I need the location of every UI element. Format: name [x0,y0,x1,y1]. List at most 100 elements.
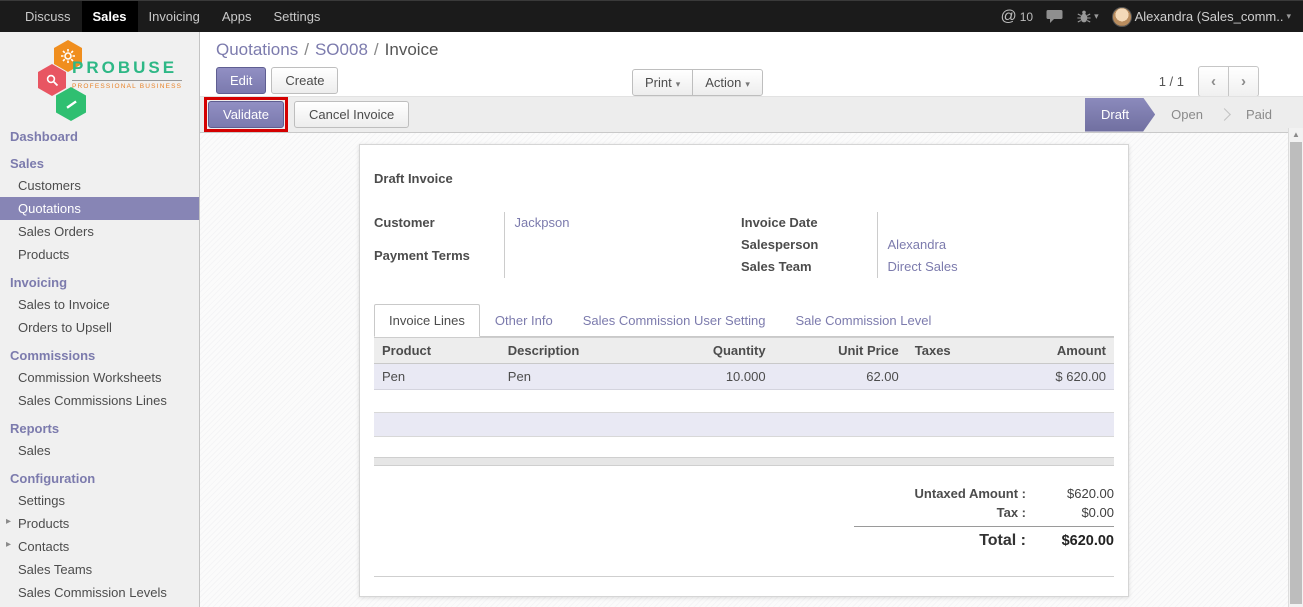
sidebar-item-sales-orders[interactable]: Sales Orders [0,220,199,243]
totals-value: $620.00 [1036,486,1114,501]
statusbar-states: DraftOpen Paid [1085,98,1288,132]
sidebar-item-products[interactable]: Products [0,243,199,266]
sidebar-item-label: Customers [18,178,81,193]
field-row-invoice-date: Invoice Date [741,212,1114,234]
field-value-salesperson[interactable]: Alexandra [877,234,1114,256]
empty-line-row[interactable] [374,412,1114,437]
top-bar: DiscussSalesInvoicingAppsSettings @ 10 ▾ [0,0,1303,32]
sidebar-item-label: Contacts [18,539,69,554]
sidebar-item-sales-teams[interactable]: Sales Teams [0,558,199,581]
sidebar-item-label: Quotations [18,201,81,216]
validate-button[interactable]: Validate [208,101,284,128]
breadcrumb-separator: / [374,40,379,59]
sidebar-section-invoicing[interactable]: Invoicing [0,272,199,293]
totals-block: Untaxed Amount :$620.00Tax :$0.00Total :… [854,484,1114,552]
topbar-right: @ 10 ▾ Alexandra (Sales_comm.. ▾ [1000,1,1303,32]
pager-next-button[interactable]: › [1228,66,1259,97]
breadcrumb-so008[interactable]: SO008 [315,40,368,59]
sidebar-item-sales[interactable]: Sales [0,439,199,462]
topbar-menu-sales[interactable]: Sales [82,1,138,32]
print-dropdown-button[interactable]: Print▾ [632,69,693,96]
column-header-unit-price: Unit Price [774,338,907,364]
field-label-salesperson: Salesperson [741,234,877,256]
sidebar-item-sales-commissions-lines[interactable]: Sales Commissions Lines [0,389,199,412]
topbar-menu-discuss[interactable]: Discuss [14,1,82,32]
action-dropdown-button[interactable]: Action▾ [692,69,763,96]
sidebar-item-sales-to-invoice[interactable]: Sales to Invoice [0,293,199,316]
sidebar-item-quotations[interactable]: Quotations [0,197,199,220]
sidebar-item-label: Orders to Upsell [18,320,112,335]
breadcrumb-quotations[interactable]: Quotations [216,40,298,59]
invoice-line-row[interactable]: PenPen10.00062.00$ 620.00 [374,364,1114,390]
scrollbar-thumb[interactable] [1290,142,1302,604]
sidebar-item-label: Settings [18,493,65,508]
sidebar-item-label: Sales Teams [18,562,92,577]
logo-title: PROBUSE [72,58,182,78]
tab-invoice-lines[interactable]: Invoice Lines [374,304,480,337]
field-row-customer: CustomerJackpson [374,212,741,245]
sidebar-item-label: Sales Commissions Lines [18,393,167,408]
sidebar-item-label: Sales Commission Levels [18,585,167,600]
debug-caret-icon: ▾ [1094,11,1099,22]
mentions-counter[interactable]: @ 10 [1000,8,1033,26]
cell-taxes [907,364,996,390]
expand-caret-icon[interactable]: ▸ [6,539,11,550]
sidebar-item-products[interactable]: ▸ Products [0,512,199,535]
tab-sale-commission-level[interactable]: Sale Commission Level [781,304,947,337]
state-paid[interactable]: Paid [1230,98,1288,132]
field-value-customer[interactable]: Jackpson [504,212,741,245]
mention-at-icon: @ [1000,8,1016,26]
state-draft[interactable]: Draft [1085,98,1155,132]
field-value-sales-team[interactable]: Direct Sales [877,256,1114,278]
invoice-lines-table: ProductDescriptionQuantityUnit PriceTaxe… [374,337,1114,390]
topbar-menus: DiscussSalesInvoicingAppsSettings [0,1,331,32]
sidebar-item-settings[interactable]: Settings [0,489,199,512]
sidebar-item-label: Products [18,516,69,531]
sidebar-item-label: Commission Worksheets [18,370,162,385]
scrollbar-up-arrow-icon[interactable]: ▲ [1289,130,1303,139]
create-button[interactable]: Create [271,67,338,94]
topbar-menu-invoicing[interactable]: Invoicing [138,1,211,32]
sheet-bottom-divider [374,576,1114,577]
sidebar-item-commission-worksheets[interactable]: Commission Worksheets [0,366,199,389]
field-label-payment-terms: Payment Terms [374,245,504,278]
column-header-taxes: Taxes [907,338,996,364]
sidebar-item-customers[interactable]: Customers [0,174,199,197]
main-area: Quotations/SO008/Invoice Edit Create Pri… [200,32,1303,607]
state-open[interactable]: Open [1155,98,1219,132]
table-horizontal-scrollbar[interactable] [374,457,1114,466]
cell-product: Pen [374,364,500,390]
logo-pen-hexagon-icon [56,87,86,121]
sidebar-item-sales-commission-levels[interactable]: Sales Commission Levels [0,581,199,604]
sidebar-section-configuration[interactable]: Configuration [0,468,199,489]
sidebar-section-sales[interactable]: Sales [0,153,199,174]
user-menu[interactable]: Alexandra (Sales_comm.. ▾ [1112,7,1291,27]
cancel-invoice-button[interactable]: Cancel Invoice [294,101,409,128]
field-value-payment-terms [504,245,741,278]
control-panel: Quotations/SO008/Invoice Edit Create Pri… [200,32,1303,96]
totals-label: Tax : [854,505,1026,520]
sidebar-section-reports[interactable]: Reports [0,418,199,439]
breadcrumb: Quotations/SO008/Invoice [216,40,1287,60]
sidebar-item-contacts[interactable]: ▸ Contacts [0,535,199,558]
mention-count: 10 [1020,10,1033,24]
sidebar-section-dashboard[interactable]: Dashboard [0,126,199,147]
field-row-payment-terms: Payment Terms [374,245,741,278]
edit-button[interactable]: Edit [216,67,266,94]
topbar-menu-settings[interactable]: Settings [262,1,331,32]
grand-total-row: Total :$620.00 [854,530,1114,552]
pager-previous-button[interactable]: ‹ [1198,66,1229,97]
debug-bug-icon[interactable]: ▾ [1077,9,1099,24]
tab-other-info[interactable]: Other Info [480,304,568,337]
sidebar-item-orders-to-upsell[interactable]: Orders to Upsell [0,316,199,339]
sidebar-section-commissions[interactable]: Commissions [0,345,199,366]
topbar-menu-apps[interactable]: Apps [211,1,263,32]
totals-row-tax: Tax :$0.00 [854,503,1114,522]
messages-icon[interactable] [1046,9,1064,24]
expand-caret-icon[interactable]: ▸ [6,516,11,527]
tab-sales-commission-user-setting[interactable]: Sales Commission User Setting [568,304,781,337]
column-header-description: Description [500,338,655,364]
breadcrumb-separator: / [304,40,309,59]
field-label-invoice-date: Invoice Date [741,212,877,234]
invoice-state-title: Draft Invoice [374,171,1114,186]
